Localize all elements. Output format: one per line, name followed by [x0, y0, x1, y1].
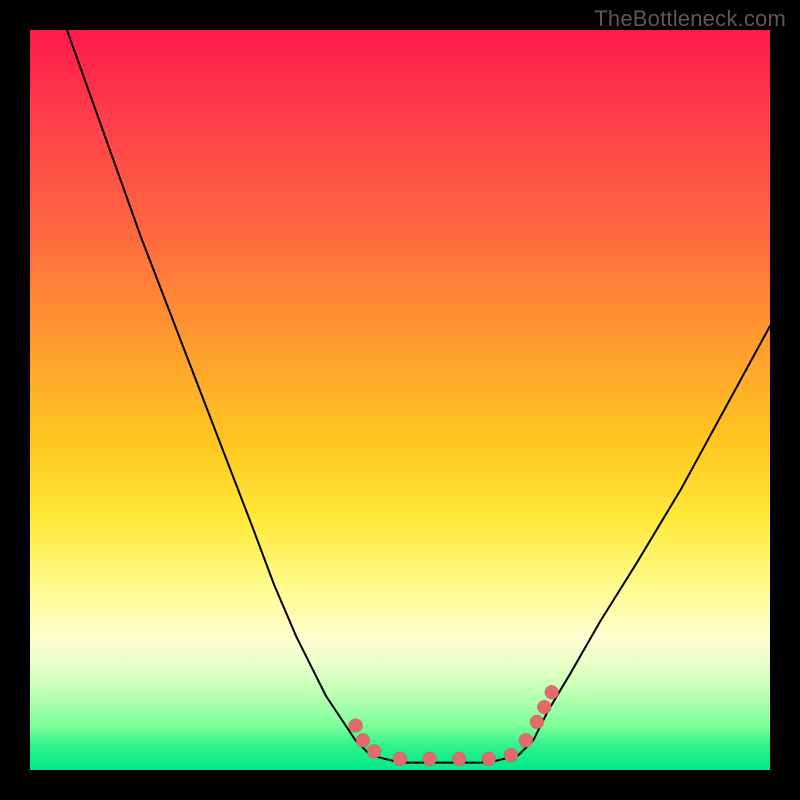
watermark-text: TheBottleneck.com	[594, 6, 786, 32]
marker-group	[349, 685, 559, 766]
marker-dot	[452, 752, 466, 766]
chart-frame: TheBottleneck.com	[0, 0, 800, 800]
marker-dot	[482, 752, 496, 766]
curve-valley-floor	[370, 755, 518, 762]
marker-dot	[504, 748, 518, 762]
marker-dot	[423, 752, 437, 766]
plot-area	[30, 30, 770, 770]
curve-left-branch	[67, 30, 370, 755]
chart-svg	[30, 30, 770, 770]
marker-dot	[393, 752, 407, 766]
marker-dot	[349, 719, 363, 733]
marker-dot	[367, 745, 381, 759]
marker-dot	[519, 733, 533, 747]
marker-dot	[545, 685, 559, 699]
marker-dot	[356, 733, 370, 747]
marker-dot	[530, 715, 544, 729]
marker-dot	[537, 700, 551, 714]
